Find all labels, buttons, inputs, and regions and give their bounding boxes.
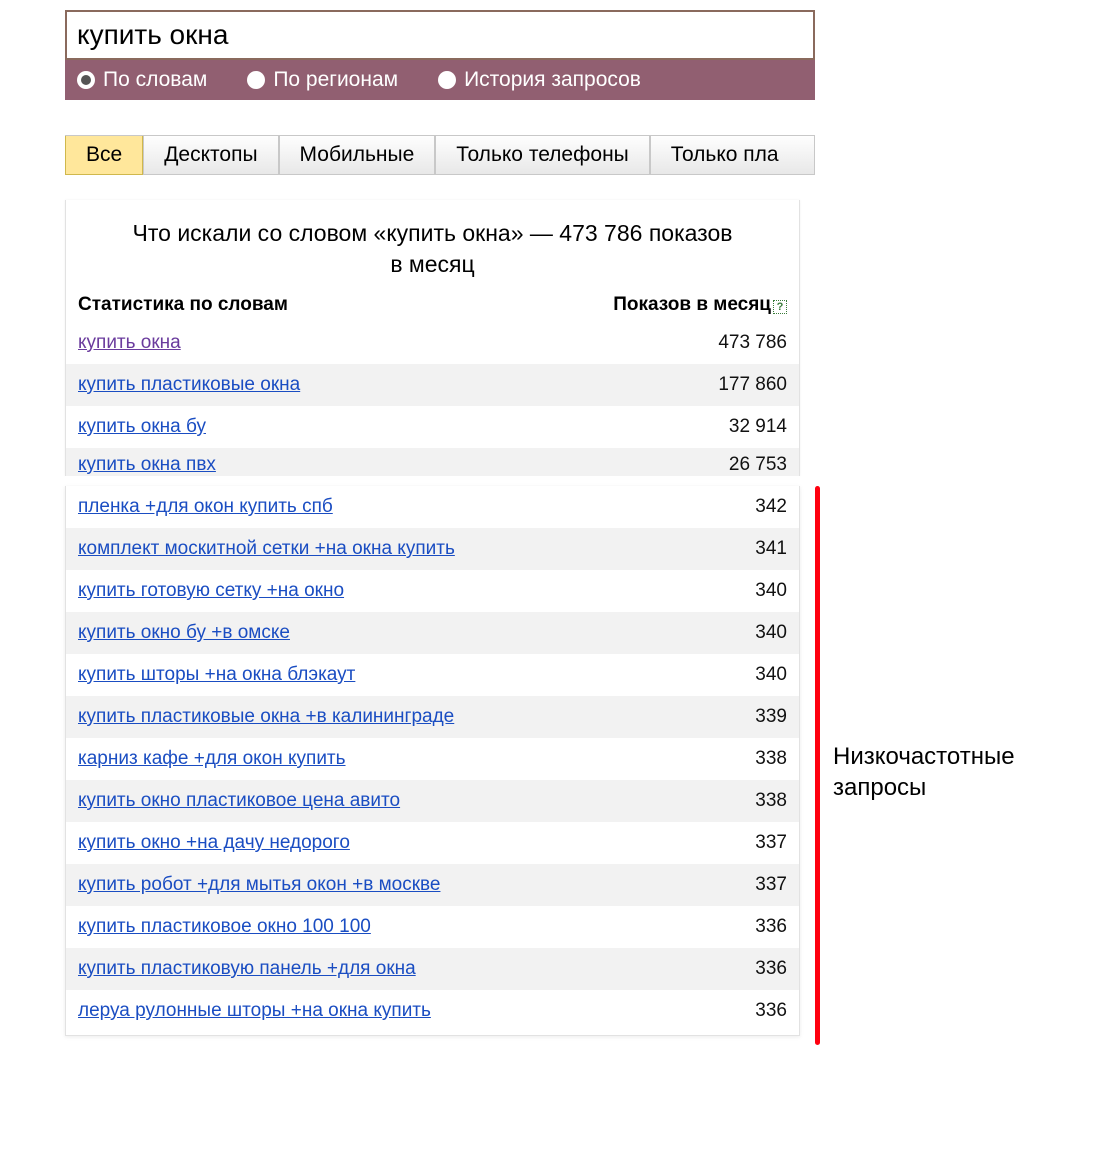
col-stats-label: Статистика по словам xyxy=(78,294,288,316)
radio-label: По словам xyxy=(103,68,207,92)
query-link[interactable]: купить шторы +на окна блэкаут xyxy=(78,664,355,686)
table-row: комплект москитной сетки +на окна купить… xyxy=(66,528,799,570)
table-row: купить окна 473 786 xyxy=(66,322,799,364)
table-row: купить пластиковое окно 100 100 336 xyxy=(66,906,799,948)
query-link[interactable]: купить робот +для мытья окон +в москве xyxy=(78,874,440,896)
radio-0[interactable]: По словам xyxy=(77,68,207,92)
panel-title: Что искали со словом «купить окна» — 473… xyxy=(66,200,799,294)
radio-2[interactable]: История запросов xyxy=(438,68,641,92)
table-row: купить шторы +на окна блэкаут 340 xyxy=(66,654,799,696)
count-value: 336 xyxy=(755,1000,787,1022)
query-link[interactable]: купить окно +на дачу недорого xyxy=(78,832,350,854)
query-link[interactable]: комплект москитной сетки +на окна купить xyxy=(78,538,455,560)
device-tabs: ВсеДесктопыМобильныеТолько телефоныТольк… xyxy=(65,135,815,175)
columns-header: Статистика по словам Показов в месяц? xyxy=(66,294,799,322)
table-row: купить окно пластиковое цена авито 338 xyxy=(66,780,799,822)
annotation-label: Низкочастотныезапросы xyxy=(833,741,1015,803)
query-link[interactable]: купить окна пвх xyxy=(78,454,216,476)
query-link[interactable]: купить пластиковые окна xyxy=(78,374,300,396)
table-row: пленка +для окон купить спб 342 xyxy=(66,486,799,528)
query-link[interactable]: купить окна xyxy=(78,332,181,354)
count-value: 342 xyxy=(755,496,787,518)
query-link[interactable]: пленка +для окон купить спб xyxy=(78,496,333,518)
query-link[interactable]: купить пластиковую панель +для окна xyxy=(78,958,416,980)
help-icon[interactable]: ? xyxy=(773,300,787,314)
table-row: купить пластиковую панель +для окна 336 xyxy=(66,948,799,990)
low-freq-panel: пленка +для окон купить спб 342 комплект м… xyxy=(65,486,800,1036)
count-value: 177 860 xyxy=(718,374,787,396)
radio-label: По регионам xyxy=(273,68,398,92)
count-value: 336 xyxy=(755,958,787,980)
radio-icon xyxy=(247,71,265,89)
query-link[interactable]: купить окна бу xyxy=(78,416,206,438)
tab-4[interactable]: Только пла xyxy=(650,136,815,175)
count-value: 339 xyxy=(755,706,787,728)
count-value: 473 786 xyxy=(718,332,787,354)
table-row: купить окно бу +в омске 340 xyxy=(66,612,799,654)
query-link[interactable]: купить окно пластиковое цена авито xyxy=(78,790,400,812)
tab-1[interactable]: Десктопы xyxy=(143,136,278,175)
radio-1[interactable]: По регионам xyxy=(247,68,398,92)
tab-2[interactable]: Мобильные xyxy=(279,136,436,175)
table-row: карниз кафе +для окон купить 338 xyxy=(66,738,799,780)
query-link[interactable]: карниз кафе +для окон купить xyxy=(78,748,346,770)
col-count-label: Показов в месяц xyxy=(613,294,771,315)
count-value: 337 xyxy=(755,832,787,854)
count-value: 337 xyxy=(755,874,787,896)
annotation-line xyxy=(815,486,820,1045)
count-value: 340 xyxy=(755,622,787,644)
query-link[interactable]: леруа рулонные шторы +на окна купить xyxy=(78,1000,431,1022)
count-value: 340 xyxy=(755,580,787,602)
count-value: 336 xyxy=(755,916,787,938)
table-row: купить пластиковые окна +в калининграде 3… xyxy=(66,696,799,738)
table-row: леруа рулонные шторы +на окна купить 336 xyxy=(66,990,799,1032)
tab-3[interactable]: Только телефоны xyxy=(435,136,649,175)
search-input[interactable] xyxy=(77,19,803,51)
table-row: купить робот +для мытья окон +в москве 33… xyxy=(66,864,799,906)
count-value: 340 xyxy=(755,664,787,686)
query-link[interactable]: купить пластиковые окна +в калининграде xyxy=(78,706,454,728)
table-row: купить окна пвх 26 753 xyxy=(66,448,799,476)
radio-label: История запросов xyxy=(464,68,641,92)
count-value: 26 753 xyxy=(729,454,787,476)
count-value: 341 xyxy=(755,538,787,560)
table-row: купить готовую сетку +на окно 340 xyxy=(66,570,799,612)
table-row: купить пластиковые окна 177 860 xyxy=(66,364,799,406)
query-link[interactable]: купить готовую сетку +на окно xyxy=(78,580,344,602)
radio-icon xyxy=(438,71,456,89)
filter-radio-bar: По словам По регионам История запросов xyxy=(65,60,815,100)
query-link[interactable]: купить окно бу +в омске xyxy=(78,622,290,644)
count-value: 338 xyxy=(755,790,787,812)
search-bar xyxy=(65,10,815,60)
query-link[interactable]: купить пластиковое окно 100 100 xyxy=(78,916,371,938)
count-value: 32 914 xyxy=(729,416,787,438)
count-value: 338 xyxy=(755,748,787,770)
tab-0[interactable]: Все xyxy=(65,136,143,175)
top-results-panel: Что искали со словом «купить окна» — 473… xyxy=(65,200,800,476)
radio-icon xyxy=(77,71,95,89)
table-row: купить окно +на дачу недорого 337 xyxy=(66,822,799,864)
col-count-wrap: Показов в месяц? xyxy=(613,294,787,316)
table-row: купить окна бу 32 914 xyxy=(66,406,799,448)
